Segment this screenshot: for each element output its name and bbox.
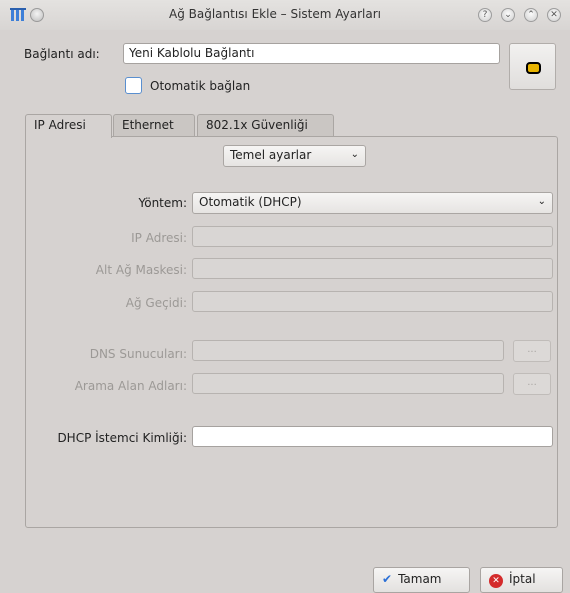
- close-icon[interactable]: ✕: [547, 8, 561, 22]
- connection-name-input[interactable]: Yeni Kablolu Bağlantı: [123, 43, 500, 64]
- subnet-mask-label: Alt Ağ Maskesi:: [95, 263, 187, 277]
- method-value: Otomatik (DHCP): [199, 195, 302, 209]
- checkmark-icon: ✔: [382, 572, 393, 586]
- search-domains-edit-button[interactable]: ...: [513, 373, 551, 395]
- gateway-label: Ağ Geçidi:: [125, 296, 187, 310]
- gateway-input[interactable]: [192, 291, 553, 312]
- tab-ip-address[interactable]: IP Adresi: [25, 114, 112, 138]
- dns-servers-label: DNS Sunucuları:: [89, 347, 187, 361]
- settings-mode-dropdown[interactable]: Temel ayarlar ⌄: [223, 145, 366, 167]
- chevron-down-icon: ⌄: [537, 196, 546, 207]
- tab-8021x-security[interactable]: 802.1x Güvenliği: [197, 114, 334, 137]
- cancel-button[interactable]: ✕ İptal: [480, 567, 563, 593]
- dhcp-client-id-label: DHCP İstemci Kimliği:: [57, 431, 187, 445]
- cancel-button-label: İptal: [509, 572, 536, 586]
- chevron-down-icon: ⌄: [350, 149, 359, 160]
- ip-address-input[interactable]: [192, 226, 553, 247]
- auto-connect-checkbox[interactable]: [125, 77, 142, 94]
- cancel-icon: ✕: [489, 574, 503, 588]
- method-dropdown[interactable]: Otomatik (DHCP) ⌄: [192, 192, 553, 214]
- ip-address-label: IP Adresi:: [131, 231, 187, 245]
- maximize-icon[interactable]: ⌃: [524, 8, 538, 22]
- ok-button[interactable]: ✔ Tamam: [373, 567, 470, 593]
- connection-name-label: Bağlantı adı:: [24, 47, 100, 61]
- tab-ethernet[interactable]: Ethernet: [113, 114, 195, 137]
- search-domains-input[interactable]: [192, 373, 504, 394]
- settings-mode-value: Temel ayarlar: [230, 148, 312, 162]
- dns-servers-edit-button[interactable]: ...: [513, 340, 551, 362]
- ok-button-label: Tamam: [398, 572, 442, 586]
- subnet-mask-input[interactable]: [192, 258, 553, 279]
- help-icon[interactable]: ?: [478, 8, 492, 22]
- search-domains-label: Arama Alan Adları:: [74, 379, 187, 393]
- dns-servers-input[interactable]: [192, 340, 504, 361]
- auto-connect-label[interactable]: Otomatik bağlan: [150, 79, 250, 93]
- minimize-icon[interactable]: ⌄: [501, 8, 515, 22]
- wired-network-icon: [526, 62, 541, 74]
- title-bar: Ağ Bağlantısı Ekle – Sistem Ayarları ? ⌄…: [0, 0, 570, 30]
- dhcp-client-id-input[interactable]: [192, 426, 553, 447]
- method-label: Yöntem:: [138, 196, 187, 210]
- connection-icon-button[interactable]: [509, 43, 556, 90]
